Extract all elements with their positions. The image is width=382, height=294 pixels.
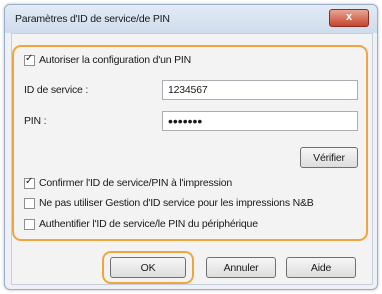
ok-button[interactable]: OK	[110, 257, 186, 278]
close-button[interactable]: x	[329, 9, 369, 27]
close-icon: x	[346, 11, 352, 23]
option-row[interactable]: Ne pas utiliser Gestion d'ID service pou…	[24, 196, 314, 210]
verify-button[interactable]: Vérifier	[300, 147, 358, 168]
ok-button-label: OK	[140, 261, 156, 274]
help-button[interactable]: Aide	[286, 257, 356, 278]
checkmark-icon: ✓	[25, 52, 34, 64]
allow-pin-checkbox[interactable]: ✓	[24, 52, 35, 66]
option-label: Ne pas utiliser Gestion d'ID service pou…	[39, 197, 314, 209]
option-checkbox-bw[interactable]	[24, 197, 35, 209]
option-label: Authentifier l'ID de service/le PIN du p…	[39, 218, 258, 230]
highlight-frame	[12, 45, 368, 241]
cancel-button[interactable]: Annuler	[206, 257, 276, 278]
allow-pin-checkbox-row[interactable]: ✓ Autoriser la configuration d'un PIN	[24, 53, 191, 67]
help-button-label: Aide	[310, 261, 332, 274]
option-row[interactable]: Authentifier l'ID de service/le PIN du p…	[24, 217, 258, 231]
service-id-label: ID de service :	[24, 84, 89, 96]
allow-pin-label: Autoriser la configuration d'un PIN	[39, 54, 192, 66]
option-row[interactable]: ✓ Confirmer l'ID de service/PIN à l'impr…	[24, 176, 232, 190]
service-id-value: 1234567	[168, 84, 208, 96]
verify-button-label: Vérifier	[313, 151, 345, 164]
option-label: Confirmer l'ID de service/PIN à l'impres…	[39, 177, 233, 189]
pin-value: •••••••	[168, 113, 203, 129]
pin-label: PIN :	[24, 115, 47, 127]
option-checkbox-authenticate[interactable]	[24, 218, 35, 230]
checkmark-icon: ✓	[25, 175, 34, 187]
title-bar[interactable]: Paramètres d'ID de service/de PIN x	[5, 5, 377, 33]
service-id-input[interactable]: 1234567	[162, 80, 358, 100]
option-checkbox-confirm[interactable]: ✓	[24, 175, 35, 189]
cancel-button-label: Annuler	[223, 261, 259, 274]
pin-input[interactable]: •••••••	[162, 111, 358, 131]
dialog-title: Paramètres d'ID de service/de PIN	[15, 13, 170, 25]
